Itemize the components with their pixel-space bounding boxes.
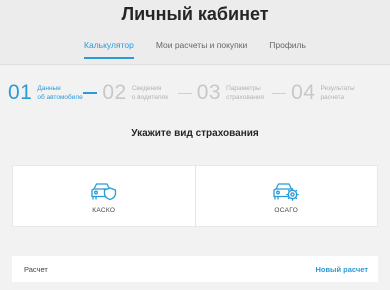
step-number: 04 [291,81,316,104]
step-label: Параметры страхования [226,85,265,101]
progress-steps: 01 Данные об автомобиле 02 Сведения о води… [8,80,384,106]
car-shield-icon [91,183,116,201]
step-label: Данные об автомобиле [37,85,83,101]
header: Личный кабинет Калькулятор Мои расчеты и… [0,0,390,65]
step-results: 04 Результаты расчета [291,82,366,104]
step-number: 03 [196,81,222,104]
option-label: ОСАГО [274,207,299,214]
tab-profile[interactable]: Профиль [269,40,306,59]
step-label: Результаты расчета [320,85,355,101]
insurance-type-options: КАСКО ОСАГО [12,165,378,227]
car-gear-icon [273,183,300,201]
step-number: 01 [8,81,33,104]
tab-bar: Калькулятор Мои расчеты и покупки Профил… [0,40,390,59]
step-number: 02 [102,81,127,104]
calculation-bar: Расчет Новый расчет [12,256,378,282]
section-title: Укажите вид страхования [131,128,259,139]
option-label: КАСКО [92,207,116,214]
option-osago[interactable]: ОСАГО [194,166,378,226]
calculation-label: Расчет [24,264,48,274]
step-car-data: 01 Данные об автомобиле [8,82,83,104]
step-divider [272,92,287,94]
step-label: Сведения о водителях [131,85,169,101]
step-divider [83,92,98,94]
step-drivers: 02 Сведения о водителях [102,82,177,104]
option-kasko[interactable]: КАСКО [13,166,195,226]
step-insurance-params: 03 Параметры страхования [197,82,272,104]
tab-my-calculations[interactable]: Мои расчеты и покупки [156,40,247,59]
new-calculation-link[interactable]: Новый расчет [315,265,368,274]
tab-calculator[interactable]: Калькулятор [84,40,134,59]
step-divider [177,92,192,94]
page-title: Личный кабинет [121,4,269,24]
